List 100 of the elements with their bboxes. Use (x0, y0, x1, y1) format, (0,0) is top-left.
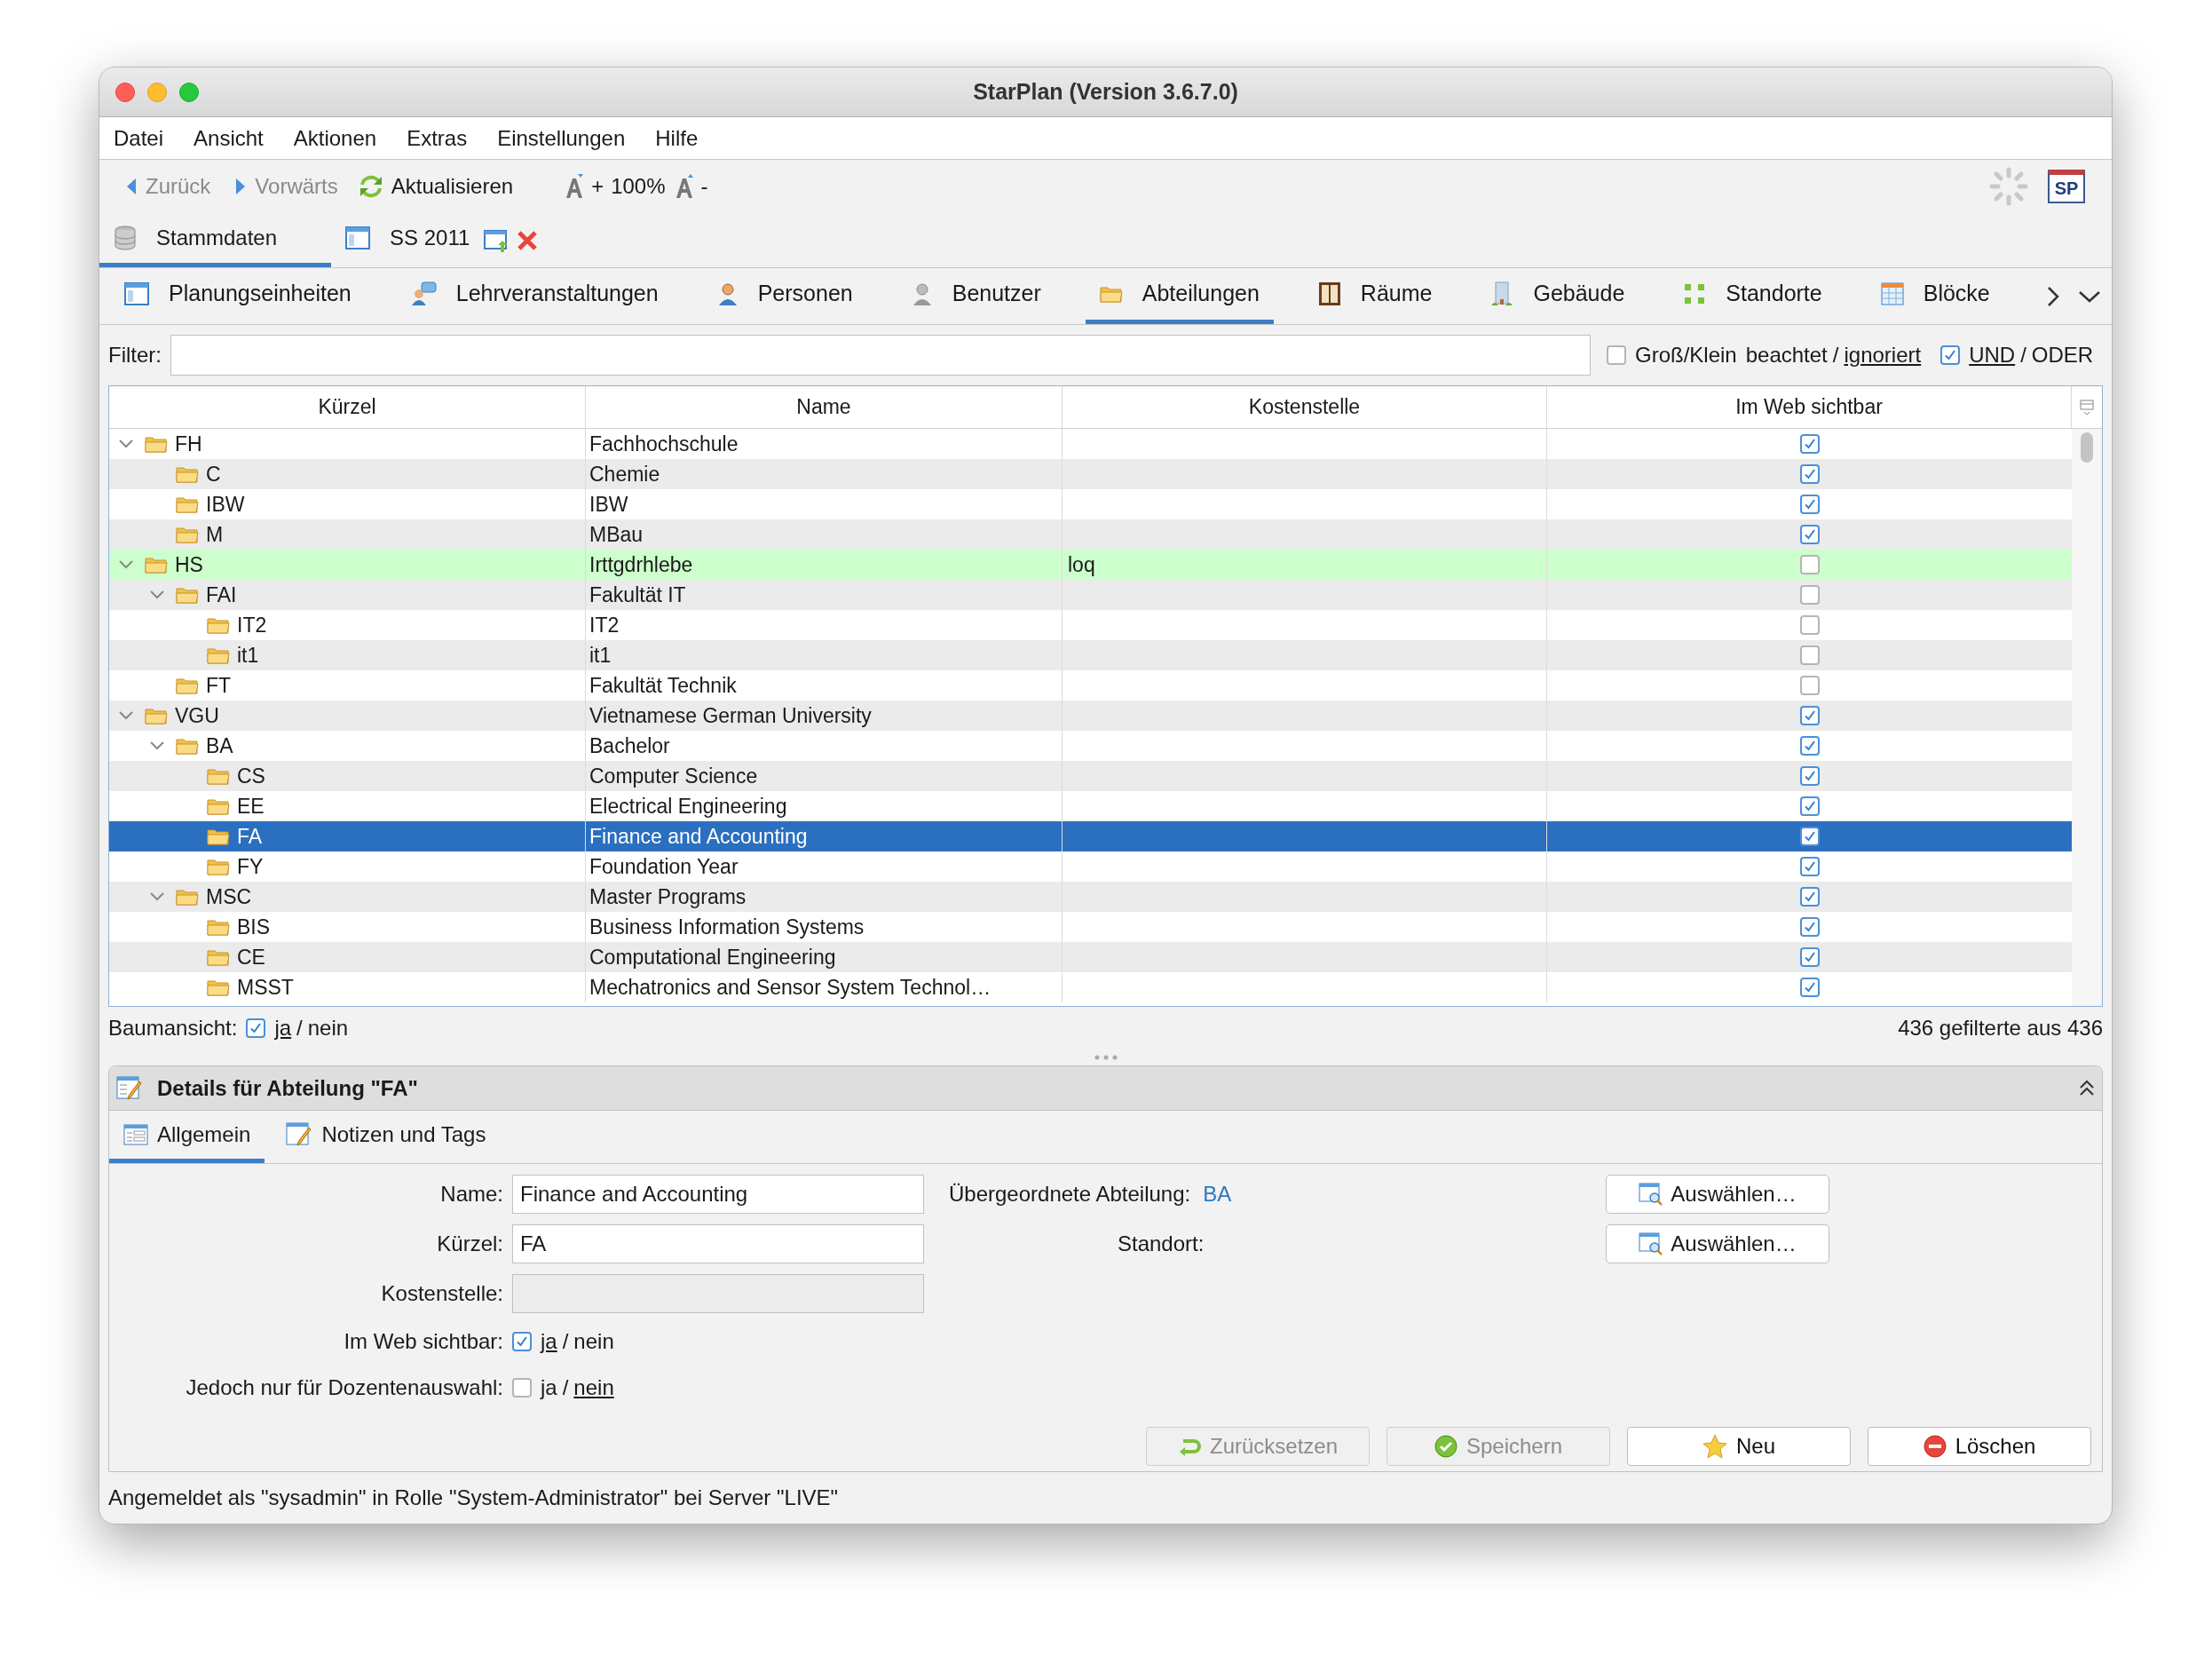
scrollbar-thumb[interactable] (2081, 432, 2093, 463)
checkbox[interactable] (1799, 585, 1820, 605)
minus-circle-icon (1923, 1435, 1947, 1458)
font-size-increase-button[interactable]: + (565, 170, 604, 202)
table-row[interactable]: it1 it1 (109, 640, 2072, 670)
checkbox[interactable] (1799, 434, 1820, 454)
close-window-button[interactable] (115, 82, 135, 102)
filter-input[interactable] (170, 335, 1591, 376)
checkbox[interactable] (246, 1018, 266, 1038)
option-link[interactable]: nein (573, 1372, 614, 1404)
option-link[interactable]: ODER (2031, 339, 2094, 371)
column-header[interactable]: Kostenstelle (1063, 386, 1547, 428)
separator-text: / (2020, 342, 2026, 368)
checkbox[interactable] (1799, 887, 1820, 907)
edit-form-icon (286, 1122, 313, 1147)
column-header[interactable]: Name (586, 386, 1063, 428)
table-row[interactable]: HS Irttgdrhlebe loq (109, 550, 2072, 580)
module-tab[interactable]: Blöcke (1866, 268, 2004, 324)
checkbox[interactable] (1799, 947, 1820, 967)
checkbox[interactable] (1799, 676, 1820, 695)
table-row[interactable]: FA Finance and Accounting (109, 821, 2072, 851)
parent-link[interactable]: BA (1203, 1178, 1232, 1210)
text-field[interactable]: Finance and Accounting (512, 1175, 924, 1214)
close-icon[interactable] (516, 228, 540, 252)
module-tab[interactable]: Benutzer (897, 268, 1055, 324)
checkbox[interactable] (1799, 917, 1820, 937)
checkbox[interactable] (1799, 706, 1820, 725)
checkbox[interactable] (1799, 464, 1820, 484)
action-button[interactable]: Neu (1627, 1427, 1851, 1466)
option-link[interactable]: ja (541, 1372, 557, 1404)
table-cell-text: MSST (237, 974, 294, 1001)
perspective-tab[interactable]: SS 2011 (331, 213, 485, 267)
select-button[interactable]: Auswählen… (1606, 1175, 1829, 1214)
table-row[interactable]: FAI Fakultät IT (109, 580, 2072, 610)
checkmark-icon (249, 1021, 264, 1035)
text-field[interactable]: FA (512, 1224, 924, 1263)
menu-item[interactable]: Datei (114, 122, 164, 154)
details-tab[interactable]: Allgemein (109, 1111, 265, 1163)
checkbox[interactable] (1940, 345, 1961, 365)
checkbox[interactable] (1799, 796, 1820, 816)
checkbox[interactable] (1799, 827, 1820, 846)
collapse-up-icon[interactable] (2079, 1079, 2095, 1097)
menu-item[interactable]: Extras (407, 122, 468, 154)
table-row[interactable]: CE Computational Engineering (109, 942, 2072, 972)
details-title: Details für Abteilung "FA" (157, 1074, 418, 1102)
checkbox[interactable] (1799, 615, 1820, 635)
column-settings-icon[interactable] (2080, 399, 2094, 416)
font-size-decrease-button[interactable]: - (674, 170, 708, 202)
module-tab[interactable]: Räume (1303, 268, 1447, 324)
table-cell-text: FY (237, 853, 264, 880)
action-button[interactable]: Löschen (1868, 1427, 2091, 1466)
column-header[interactable]: Kürzel (109, 386, 586, 428)
table-cell-text: MBau (589, 521, 644, 548)
checkbox[interactable] (1799, 525, 1820, 544)
menu-item[interactable]: Hilfe (655, 122, 699, 154)
column-header[interactable]: Im Web sichtbar (1547, 386, 2072, 428)
zoom-window-button[interactable] (179, 82, 199, 102)
module-tab[interactable]: Abteilungen (1085, 268, 1274, 324)
table-row[interactable]: MSC Master Programs (109, 882, 2072, 912)
table-row[interactable]: M MBau (109, 519, 2072, 550)
table-row[interactable]: CS Computer Science (109, 761, 2072, 791)
table-cell-text: IBW (589, 491, 628, 518)
checkbox[interactable] (1799, 857, 1820, 876)
option-link[interactable]: beachtet (1745, 339, 1828, 371)
select-button[interactable]: Auswählen… (1606, 1224, 1829, 1263)
table-cell-text: IT2 (589, 612, 620, 638)
checkmark-icon (1943, 348, 1958, 362)
checkbox[interactable] (512, 1332, 532, 1351)
checkbox[interactable] (1799, 495, 1820, 514)
table-cell-text: Fakultät IT (589, 582, 686, 608)
option-link[interactable]: nein (573, 1326, 614, 1358)
module-tab[interactable]: Gebäude (1476, 268, 1639, 324)
menu-item[interactable]: Ansicht (194, 122, 264, 154)
table-row[interactable]: VGU Vietnamese German University (109, 701, 2072, 731)
details-tab[interactable]: Notizen und Tags (272, 1111, 501, 1163)
option-link[interactable]: ja (274, 1012, 292, 1044)
field-label: Übergeordnete Abteilung: (949, 1181, 1191, 1208)
option-link[interactable]: UND (1969, 339, 2016, 371)
checkbox[interactable] (512, 1378, 532, 1398)
checkbox[interactable] (1799, 645, 1820, 665)
table-cell-text: CS (237, 763, 265, 789)
checkbox[interactable] (1607, 345, 1626, 365)
module-tab[interactable]: Personen (702, 268, 867, 324)
checkbox[interactable] (1799, 766, 1820, 786)
menu-item[interactable]: Aktionen (293, 122, 377, 154)
module-tab[interactable]: Lehrveranstaltungen (395, 268, 673, 324)
checkbox[interactable] (1799, 978, 1820, 997)
checkbox[interactable] (1799, 736, 1820, 756)
filter-label: Filter: (108, 342, 162, 368)
checkbox[interactable] (1799, 555, 1820, 574)
option-link[interactable]: ja (541, 1326, 557, 1358)
refresh-button[interactable]: Aktualisieren (357, 170, 514, 202)
option-link[interactable]: ignoriert (1844, 339, 1922, 371)
perspective-tab[interactable]: Stammdaten (99, 213, 331, 267)
module-tab[interactable]: Standorte (1669, 268, 1837, 324)
table-row[interactable]: C Chemie (109, 459, 2072, 489)
module-tab[interactable]: Planungseinheiten (110, 268, 366, 324)
menu-item[interactable]: Einstellungen (497, 122, 626, 154)
splitter-handle-icon[interactable] (1094, 1055, 1118, 1060)
option-link[interactable]: nein (307, 1012, 349, 1044)
